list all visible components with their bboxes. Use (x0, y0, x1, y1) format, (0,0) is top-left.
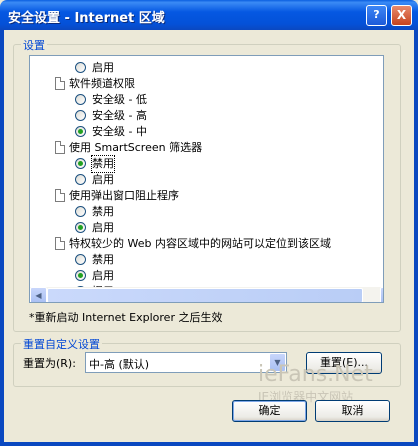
watermark-text: ieFans.Net (258, 362, 373, 387)
radio-selected-icon[interactable] (75, 222, 86, 233)
reset-group-label: 重置自定义设置 (21, 336, 102, 352)
settings-group-label: 设置 (21, 37, 47, 53)
tree-item-label: 启用 (92, 269, 114, 282)
radio-icon[interactable] (75, 174, 86, 185)
cancel-button[interactable]: 取消 (315, 400, 390, 422)
radio-selected-icon[interactable] (75, 126, 86, 137)
tree-item-label: 启用 (92, 221, 114, 234)
tree-item-label: 禁用 (91, 155, 115, 173)
radio-icon[interactable] (75, 206, 86, 217)
tree-item-label: 特权较少的 Web 内容区域中的网站可以定位到该区域 (69, 237, 331, 250)
restart-note: *重新启动 Internet Explorer 之后生效 (29, 311, 223, 324)
radio-selected-icon[interactable] (75, 270, 86, 281)
radio-icon[interactable] (75, 94, 86, 105)
tree-item-label: 安全级 - 中 (92, 125, 147, 138)
horizontal-scrollbar[interactable]: ◀ ▶ (30, 287, 383, 302)
tree-item-label: 安全级 - 高 (92, 109, 147, 122)
tree-item-label: 安全级 - 低 (92, 93, 147, 106)
reset-level-select[interactable]: 中-高 (默认) ▼ (85, 352, 287, 373)
tree-item-label: 软件频道权限 (69, 77, 135, 90)
tree-item-label: 禁用 (92, 253, 114, 266)
window-title: 安全设置 - Internet 区域 (8, 11, 165, 26)
close-button[interactable]: X (391, 5, 412, 26)
reset-to-label: 重置为(R): (23, 357, 76, 370)
reset-level-value: 中-高 (默认) (89, 358, 150, 371)
radio-icon[interactable] (75, 62, 86, 73)
document-icon (55, 237, 65, 250)
ok-button[interactable]: 确定 (232, 400, 307, 422)
scroll-left-button[interactable]: ◀ (30, 287, 47, 302)
document-icon (55, 141, 65, 154)
help-button[interactable]: ? (366, 5, 387, 26)
radio-icon[interactable] (75, 254, 86, 265)
radio-icon[interactable] (75, 110, 86, 121)
tree-item-label: 使用弹出窗口阻止程序 (69, 189, 179, 202)
title-bar: 安全设置 - Internet 区域 ? X (0, 0, 418, 30)
scroll-right-button[interactable]: ▶ (380, 287, 383, 302)
tree-item-label: 禁用 (92, 205, 114, 218)
horizontal-scroll-thumb[interactable] (47, 288, 363, 302)
tree-item-label: 启用 (92, 61, 114, 74)
document-icon (55, 77, 65, 90)
settings-tree[interactable]: 启用 软件频道权限 安全级 - 低安全级 - 高安全级 - 中使用 SmartScr… (29, 55, 384, 303)
tree-item-label: 使用 SmartScreen 筛选器 (69, 141, 203, 154)
radio-selected-icon[interactable] (75, 158, 86, 169)
tree-item-label: 启用 (92, 173, 114, 186)
document-icon (55, 189, 65, 202)
